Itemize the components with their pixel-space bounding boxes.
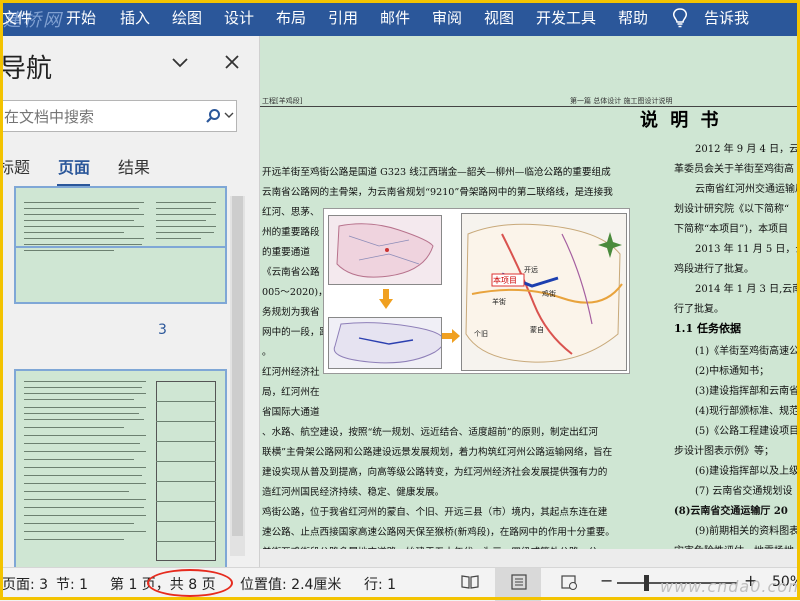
menu-references[interactable]: 引用 <box>328 0 358 36</box>
basis-item: (2)中标通知书； <box>695 366 770 377</box>
menu-help[interactable]: 帮助 <box>618 0 648 36</box>
arrow-right-icon <box>442 329 460 343</box>
body-line: 省国际大通道 <box>262 407 320 418</box>
menu-design[interactable]: 设计 <box>224 0 254 36</box>
body-line: 2013 年 11 月 5 日，云 <box>695 244 800 255</box>
page-header-left: 工程[羊鸡段] <box>262 97 303 105</box>
location-map-figure: 本项目 开远 羊街 鸡街 个旧 蒙自 <box>323 208 630 374</box>
body-line: 行了批复。 <box>674 304 724 315</box>
print-layout-icon[interactable] <box>510 573 528 591</box>
body-line: 《云南省公路 <box>262 267 320 278</box>
basis-item: (7) 云南省交通规划设 <box>695 486 793 497</box>
menu-insert[interactable]: 插入 <box>120 0 150 36</box>
read-mode-icon[interactable] <box>461 573 479 591</box>
search-options-chevron-icon[interactable] <box>224 110 234 120</box>
body-line: 局，红河州在 <box>262 387 320 398</box>
body-line: 、水路、航空建设，按照“统一规划、远近结合、适度超前”的原则，制定出红河 <box>262 427 598 438</box>
body-line: 鸡街公路，位于我省红河州的蒙自、个旧、开远三县（市）境内，其起点东连在建 <box>262 507 608 518</box>
page-thumbnails: 3 <box>0 186 245 567</box>
body-line: 鸡段进行了批复。 <box>674 264 754 275</box>
page-thumbnail-4[interactable] <box>14 369 227 567</box>
document-title: 说 明 书 <box>640 110 722 131</box>
tab-headings[interactable]: 标题 <box>0 154 30 178</box>
section-heading: 1.1 任务依据 <box>674 322 741 335</box>
lightbulb-icon[interactable] <box>672 8 688 28</box>
page-thumbnail-3[interactable] <box>14 186 227 304</box>
menu-developer[interactable]: 开发工具 <box>536 0 596 36</box>
map-label-project: 本项目 <box>493 276 517 285</box>
basis-item: (9)前期相关的资料图表 <box>695 526 800 537</box>
body-line: 。 <box>262 347 272 358</box>
body-line: 速公路、止点西接国家高速公路网天保至猴桥(新鸡段)，在路网中的作用十分重要。 <box>262 527 615 538</box>
search-input[interactable] <box>4 106 194 128</box>
arrow-down-icon <box>379 289 393 309</box>
body-line: 建设实现从普及到提高，向高等级公路转变，为红河州经济社会发展提供强有力的 <box>262 467 608 478</box>
basis-item: (1)《羊街至鸡街高速公 <box>695 346 800 357</box>
site-watermark-bottom: www.cnda0.com <box>660 577 800 596</box>
menu-draw[interactable]: 绘图 <box>172 0 202 36</box>
tab-pages[interactable]: 页面 <box>58 154 90 178</box>
body-line: 005～2020)， <box>262 287 328 298</box>
map-label-gejiu: 个旧 <box>474 330 488 338</box>
body-line: 务规划为我省 <box>262 307 320 318</box>
zoom-out-button[interactable]: − <box>600 571 613 590</box>
menu-file[interactable]: 文件 <box>2 0 32 36</box>
body-line: 造红河州国民经济持续、稳定、健康发展。 <box>262 487 445 498</box>
province-map-image <box>328 215 442 285</box>
status-page[interactable]: 页面: 3 <box>2 574 48 594</box>
navigation-pane: 导航 标题 页面 结果 <box>0 36 260 567</box>
body-line: 网中的一段，路 <box>262 327 330 338</box>
prefecture-map-image <box>328 317 442 369</box>
menu-layout[interactable]: 布局 <box>276 0 306 36</box>
body-line: 开远羊街至鸡街公路是国道 G323 线江西瑞金—韶关—柳州—临沧公路的重要组成 <box>262 167 611 178</box>
basis-item: (4)现行部颁标准、规范 <box>695 406 800 417</box>
chevron-down-icon[interactable] <box>170 52 190 72</box>
menu-mailings[interactable]: 邮件 <box>380 0 410 36</box>
nav-search-box[interactable] <box>0 100 237 132</box>
nav-scrollbar-thumb[interactable] <box>232 196 243 536</box>
close-icon[interactable] <box>222 52 242 72</box>
status-position[interactable]: 位置值: 2.4厘米 <box>240 574 341 594</box>
basis-item: (6)建设指挥部以及上级 <box>695 466 800 477</box>
body-line: 州的重要路段 <box>262 227 320 238</box>
nav-pane-title: 导航 <box>0 54 53 84</box>
menu-review[interactable]: 审阅 <box>432 0 462 36</box>
basis-item: (5)《公路工程建设项目 <box>695 426 800 437</box>
map-label-kaiyuan: 开远 <box>524 266 538 274</box>
document-canvas[interactable]: 工程[羊鸡段] 第一篇 总体设计 施工图设计说明 说 明 书 开远羊街至鸡街公路… <box>260 36 800 567</box>
tell-me-search[interactable]: 告诉我 <box>704 0 749 36</box>
body-line: 划设计研究院《以下简称“ <box>674 204 790 215</box>
basis-item: (8)云南省交通运输厅 20 <box>674 506 788 517</box>
body-line: 2012 年 9 月 4 日，云南 <box>695 144 800 155</box>
basis-item: 步设计图表示例》等； <box>674 446 774 457</box>
ribbon-menu-bar: 建桥网 文件 开始 插入 绘图 设计 布局 引用 邮件 审阅 视图 开发工具 帮… <box>0 0 800 36</box>
menu-view[interactable]: 视图 <box>484 0 514 36</box>
page-count-highlight-circle <box>147 569 233 597</box>
web-layout-icon[interactable] <box>560 573 578 591</box>
tab-results[interactable]: 结果 <box>118 154 150 178</box>
body-line: 联横”主骨架公路网和公路建设远景发展规划，着力构筑红河州公路运输网络，旨在 <box>262 447 613 458</box>
status-line[interactable]: 行: 1 <box>364 574 396 594</box>
basis-item: (3)建设指挥部和云南省 <box>695 386 800 397</box>
search-icon[interactable] <box>205 108 221 124</box>
page-header-right: 第一篇 总体设计 施工图设计说明 <box>570 97 673 105</box>
body-line: 红河、思茅、 <box>262 207 320 218</box>
body-line: 红河州经济社 <box>262 367 320 378</box>
status-section[interactable]: 节: 1 <box>56 574 88 594</box>
body-line: 革委员会关于羊街至鸡街高 <box>674 164 794 175</box>
map-label-mengzi: 蒙自 <box>530 326 544 334</box>
body-line: 云南省红河州交通运输局 <box>695 184 800 195</box>
menu-home[interactable]: 开始 <box>66 0 96 36</box>
body-line: 2014 年 1 月 3 日,云南 <box>695 284 800 295</box>
zoom-slider-knob[interactable] <box>644 575 649 591</box>
map-label-jijie: 鸡街 <box>542 290 556 298</box>
thumbnail-page-number: 3 <box>158 322 167 338</box>
map-label-yangjie: 羊街 <box>492 298 506 306</box>
nav-scrollbar[interactable] <box>230 196 245 556</box>
body-line: 云南省公路网的主骨架，为云南省规划“9210”骨架路网中的第二联络线，是连接我 <box>262 187 613 198</box>
body-line: 的重要通道 <box>262 247 310 258</box>
body-line: 下简称“本项目”)，本项目 <box>674 224 789 235</box>
horizontal-scrollbar[interactable] <box>260 549 800 567</box>
